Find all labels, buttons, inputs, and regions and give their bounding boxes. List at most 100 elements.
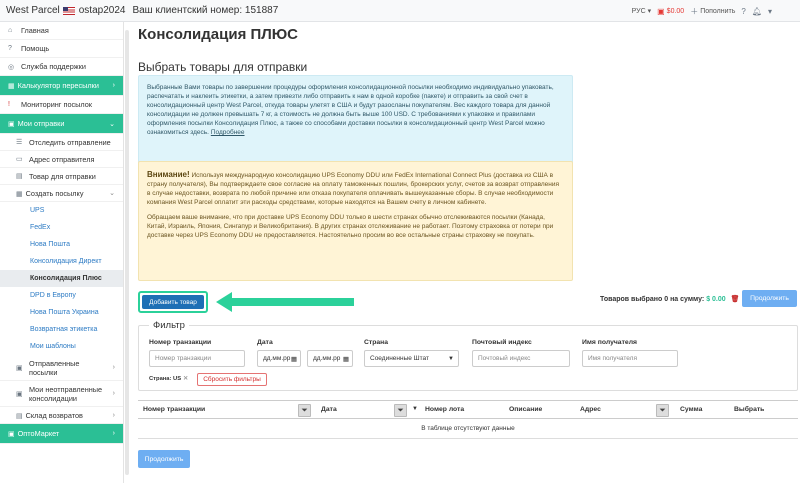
calculator-icon: ▦ — [8, 83, 15, 90]
brand[interactable]: West Parcel ostap2024 — [6, 5, 125, 16]
sidebar-item-optomarket[interactable]: ▣ ОптоМаркет › — [0, 424, 123, 444]
warehouse-icon: ▤ — [16, 412, 23, 420]
recipient-input[interactable]: Имя получателя — [582, 350, 678, 367]
warning-text-2: Обращаем ваше внимание, что при доставке… — [147, 214, 554, 239]
sidebar-item-label: Возвратная этикетка — [30, 326, 98, 333]
sidebar-item-calculator[interactable]: ▦ Калькулятор пересылки › — [0, 76, 123, 96]
chevron-down-icon: ▼ — [448, 355, 454, 362]
sidebar-item-ups[interactable]: UPS — [0, 202, 123, 219]
date-from-input[interactable]: дд.мм.рр ▦ — [257, 350, 301, 367]
add-product-button[interactable]: Добавить товар — [142, 295, 204, 309]
continue-button-bottom[interactable]: Продолжить — [138, 450, 190, 468]
sidebar-item-home[interactable]: ⌂ Главная — [0, 22, 123, 40]
continue-button-top[interactable]: Продолжить — [742, 290, 797, 307]
help-icon[interactable]: ? — [741, 7, 745, 16]
username[interactable]: ostap2024 — [79, 5, 126, 16]
sort-caret-icon[interactable]: ▼ — [412, 406, 418, 412]
sidebar-item-support[interactable]: ◎ Служба поддержки — [0, 58, 123, 76]
col-address[interactable]: Адрес — [580, 406, 601, 413]
trash-icon[interactable]: 🗑︎ — [731, 296, 740, 303]
sidebar-item-unsent[interactable]: ▣ Мои неотправленные консолидации › — [0, 381, 123, 407]
sidebar-item-help[interactable]: ? Помощь — [0, 40, 123, 58]
sidebar-item-returns-warehouse[interactable]: ▤ Склад возвратов › — [0, 407, 123, 424]
filter-panel: Фильтр Номер транзакции Номер транзакции… — [138, 320, 798, 391]
sent-icon: ▣ — [16, 364, 23, 372]
sidebar-item-consolidation-plus[interactable]: Консолидация Плюс — [0, 270, 123, 287]
close-icon[interactable]: ✕ — [183, 376, 188, 382]
page-title: Консолидация ПЛЮС — [138, 26, 298, 43]
main-content: Консолидация ПЛЮС Выбрать товары для отп… — [138, 22, 798, 468]
date-to-input[interactable]: дд.мм.рр ▦ — [307, 350, 353, 367]
top-bar: West Parcel ostap2024 Ваш клиентский ном… — [0, 0, 800, 22]
user-menu-icon[interactable]: ▾ — [768, 7, 772, 16]
col-lot[interactable]: Номер лота — [425, 406, 464, 413]
filter-funnel-icon[interactable]: ⏷ — [394, 404, 407, 417]
balance[interactable]: ▣ $0.00 — [657, 7, 684, 16]
reset-filters-button[interactable]: Сбросить фильтры — [197, 373, 267, 386]
sidebar-item-nova-poshta-ukraine[interactable]: Нова Пошта Украина — [0, 304, 123, 321]
bell-icon[interactable]: 🔔︎ — [752, 7, 762, 16]
sidebar-item-templates[interactable]: Мои шаблоны — [0, 338, 123, 355]
country-value: Соединенные Штат — [370, 355, 429, 362]
col-amount[interactable]: Сумма — [680, 406, 702, 413]
col-description[interactable]: Описание — [509, 406, 542, 413]
question-icon: ? — [8, 45, 12, 52]
sidebar-item-consolidation-direct[interactable]: Консолидация Директ — [0, 253, 123, 270]
section-subtitle: Выбрать товары для отправки — [138, 60, 308, 74]
chevron-right-icon: › — [112, 411, 115, 419]
zip-input[interactable]: Почтовый индекс — [472, 350, 570, 367]
chip-label: Страна: US — [149, 376, 182, 382]
address-icon: ▭ — [16, 156, 23, 163]
sidebar-item-sender-address[interactable]: ▭ Адрес отправителя — [0, 151, 123, 168]
sidebar-item-label: UPS — [30, 207, 45, 214]
topup-button[interactable]: ＋ Пополнить — [690, 6, 735, 17]
sidebar-item-label: Мои отправки — [17, 119, 65, 128]
brand-name[interactable]: West Parcel — [6, 5, 60, 16]
sidebar-item-dpd-europe[interactable]: DPD в Европу — [0, 287, 123, 304]
sidebar-item-label: Калькулятор пересылки — [17, 81, 99, 90]
selected-label: Товаров выбрано 0 на сумму: — [600, 296, 707, 303]
sidebar-item-monitoring[interactable]: ! Мониторинг посылок — [0, 96, 123, 114]
info-more-link[interactable]: Подробнее — [211, 129, 245, 136]
sidebar-item-label: Служба поддержки — [21, 62, 86, 71]
sidebar-item-return-label[interactable]: Возвратная этикетка — [0, 321, 123, 338]
sidebar-item-label: Создать посылку — [25, 188, 84, 198]
sidebar-item-nova-poshta[interactable]: Нова Пошта — [0, 236, 123, 253]
col-transaction[interactable]: Номер транзакции — [143, 406, 205, 413]
sidebar-item-fedex[interactable]: FedEx — [0, 219, 123, 236]
warning-alert: Внимание! Используя международную консол… — [138, 161, 573, 281]
calendar-icon[interactable]: ▦ — [291, 355, 297, 363]
sidebar: ⌂ Главная ? Помощь ◎ Служба поддержки ▦ Каль… — [0, 22, 124, 483]
sidebar-item-products[interactable]: ▤ Товар для отправки — [0, 168, 123, 185]
warning-text-1: Используя международную консолидацию UPS… — [147, 172, 560, 206]
sidebar-item-my-shipments[interactable]: ▣ Мои отправки ⌄ — [0, 114, 123, 134]
sidebar-item-label: Помощь — [21, 44, 50, 53]
country-select[interactable]: Соединенные Штат ▼ — [364, 350, 459, 367]
col-select[interactable]: Выбрать — [734, 406, 764, 413]
filter-funnel-icon[interactable]: ⏷ — [656, 404, 669, 417]
unsent-icon: ▣ — [16, 390, 23, 398]
calendar-icon[interactable]: ▦ — [343, 355, 349, 363]
sidebar-item-label: Нова Пошта Украина — [30, 309, 99, 316]
filter-funnel-icon[interactable]: ⏷ — [298, 404, 311, 417]
info-alert: Выбранные Вами товары по завершении проц… — [138, 75, 573, 174]
market-icon: ▣ — [8, 431, 15, 438]
sidebar-item-label: FedEx — [30, 224, 51, 231]
filter-title: Фильтр — [149, 320, 189, 331]
topbar-actions: РУС ▾ ▣ $0.00 ＋ Пополнить ? 🔔︎ ▾ — [632, 0, 772, 22]
recipient-label: Имя получателя — [582, 339, 637, 346]
sidebar-scrollbar[interactable] — [125, 30, 129, 475]
sidebar-item-create-package[interactable]: ▦ Создать посылку ⌄ — [0, 185, 123, 202]
sidebar-item-track[interactable]: ☰ Отследить отправление — [0, 134, 123, 151]
sidebar-item-label: Консолидация Директ — [30, 258, 102, 265]
sidebar-item-sent[interactable]: ▣ Отправленные посылки › — [0, 355, 123, 381]
product-icon: ▤ — [16, 173, 23, 180]
country-label: Страна — [364, 339, 389, 346]
language-select[interactable]: РУС ▾ — [632, 7, 652, 15]
transaction-label: Номер транзакции — [149, 339, 212, 346]
account-number: Ваш клиентский номер: 151887 — [132, 5, 279, 16]
sidebar-item-label: Мониторинг посылок — [21, 100, 92, 109]
filter-chip[interactable]: Страна: US ✕ — [149, 376, 188, 382]
col-date[interactable]: Дата — [321, 406, 337, 413]
transaction-input[interactable]: Номер транзакции — [149, 350, 245, 367]
